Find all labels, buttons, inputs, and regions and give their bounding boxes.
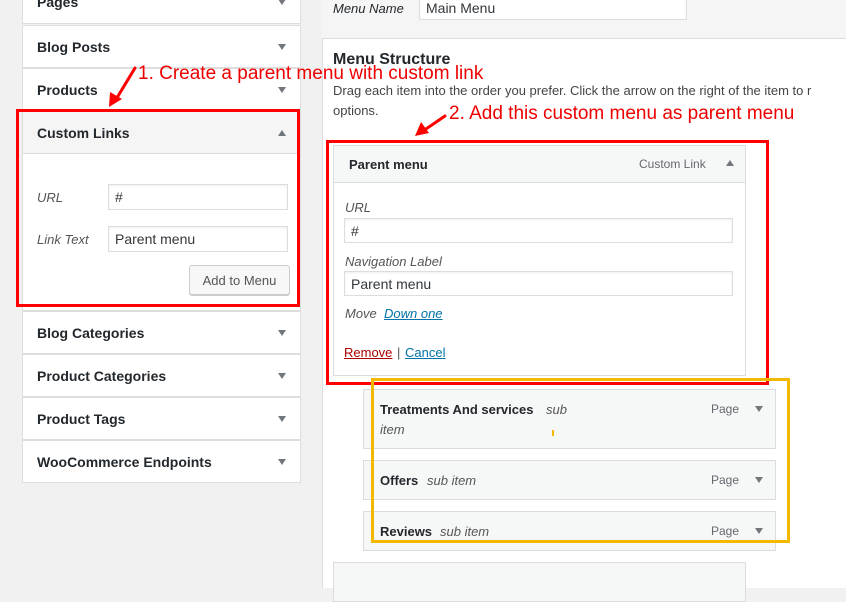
arrow-1-shaft [113, 66, 137, 103]
arrow-2-shaft [421, 114, 447, 133]
annotation-arrows [109, 66, 447, 136]
